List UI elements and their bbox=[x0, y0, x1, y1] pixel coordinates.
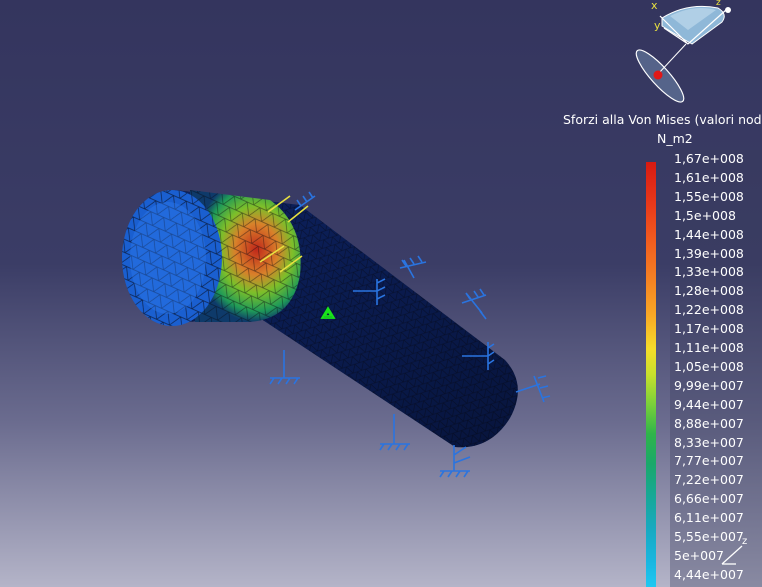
compass-z-handle[interactable] bbox=[725, 7, 731, 13]
compass-y-label: y bbox=[654, 19, 661, 32]
restraint-icon[interactable] bbox=[379, 414, 410, 451]
restraint-icon[interactable] bbox=[269, 350, 300, 385]
legend-value: 9,44e+007 bbox=[674, 396, 744, 412]
corner-axis-z-label: z bbox=[742, 536, 747, 547]
legend-value: 7,77e+007 bbox=[674, 453, 744, 469]
legend-value: 6,11e+007 bbox=[674, 510, 744, 526]
restraint-icon[interactable] bbox=[515, 375, 551, 403]
legend-value: 9,99e+007 bbox=[674, 377, 744, 393]
legend-value: 1,11e+008 bbox=[674, 340, 744, 355]
legend-value: 1,22e+008 bbox=[674, 302, 744, 318]
legend-value: 1,55e+008 bbox=[674, 188, 744, 204]
compass-origin-dot[interactable] bbox=[653, 70, 663, 80]
legend-value: 8,88e+007 bbox=[674, 415, 744, 431]
restraint-icon[interactable] bbox=[294, 191, 316, 211]
compass-z-label: z bbox=[716, 0, 721, 8]
legend-value: 1,5e+008 bbox=[674, 207, 736, 223]
legend-value: 1,17e+008 bbox=[674, 321, 744, 337]
legend-title: Sforzi alla Von Mises (valori noda bbox=[563, 112, 762, 127]
legend-value: 1,33e+008 bbox=[674, 264, 744, 280]
orientation-compass[interactable]: x y z bbox=[618, 0, 762, 110]
legend-value: 5e+007 bbox=[674, 547, 724, 563]
legend-value: 1,44e+008 bbox=[674, 226, 744, 242]
compass-x-label: x bbox=[651, 0, 658, 12]
legend-value: 1,61e+008 bbox=[674, 169, 744, 185]
legend-value: 1,67e+008 bbox=[674, 151, 744, 166]
legend-value: 8,33e+007 bbox=[674, 434, 744, 450]
legend-value: 1,28e+008 bbox=[674, 283, 744, 299]
legend-color-bar bbox=[646, 162, 656, 587]
restraint-icon[interactable] bbox=[461, 288, 487, 320]
cylinder-part[interactable] bbox=[122, 190, 518, 448]
legend-value: 1,39e+008 bbox=[674, 245, 744, 261]
end-cap-highlight bbox=[130, 202, 206, 314]
corner-axis-triad: z bbox=[721, 536, 747, 565]
legend-value: 7,22e+007 bbox=[674, 472, 744, 488]
restraint-icon[interactable] bbox=[439, 445, 471, 478]
legend-unit: N_m2 bbox=[657, 131, 693, 146]
legend-value: 6,66e+007 bbox=[674, 491, 744, 507]
restraint-icon[interactable] bbox=[399, 255, 427, 279]
legend-value: 1,05e+008 bbox=[674, 358, 744, 374]
compass-stem bbox=[657, 43, 687, 75]
corner-axis-line bbox=[721, 545, 743, 565]
